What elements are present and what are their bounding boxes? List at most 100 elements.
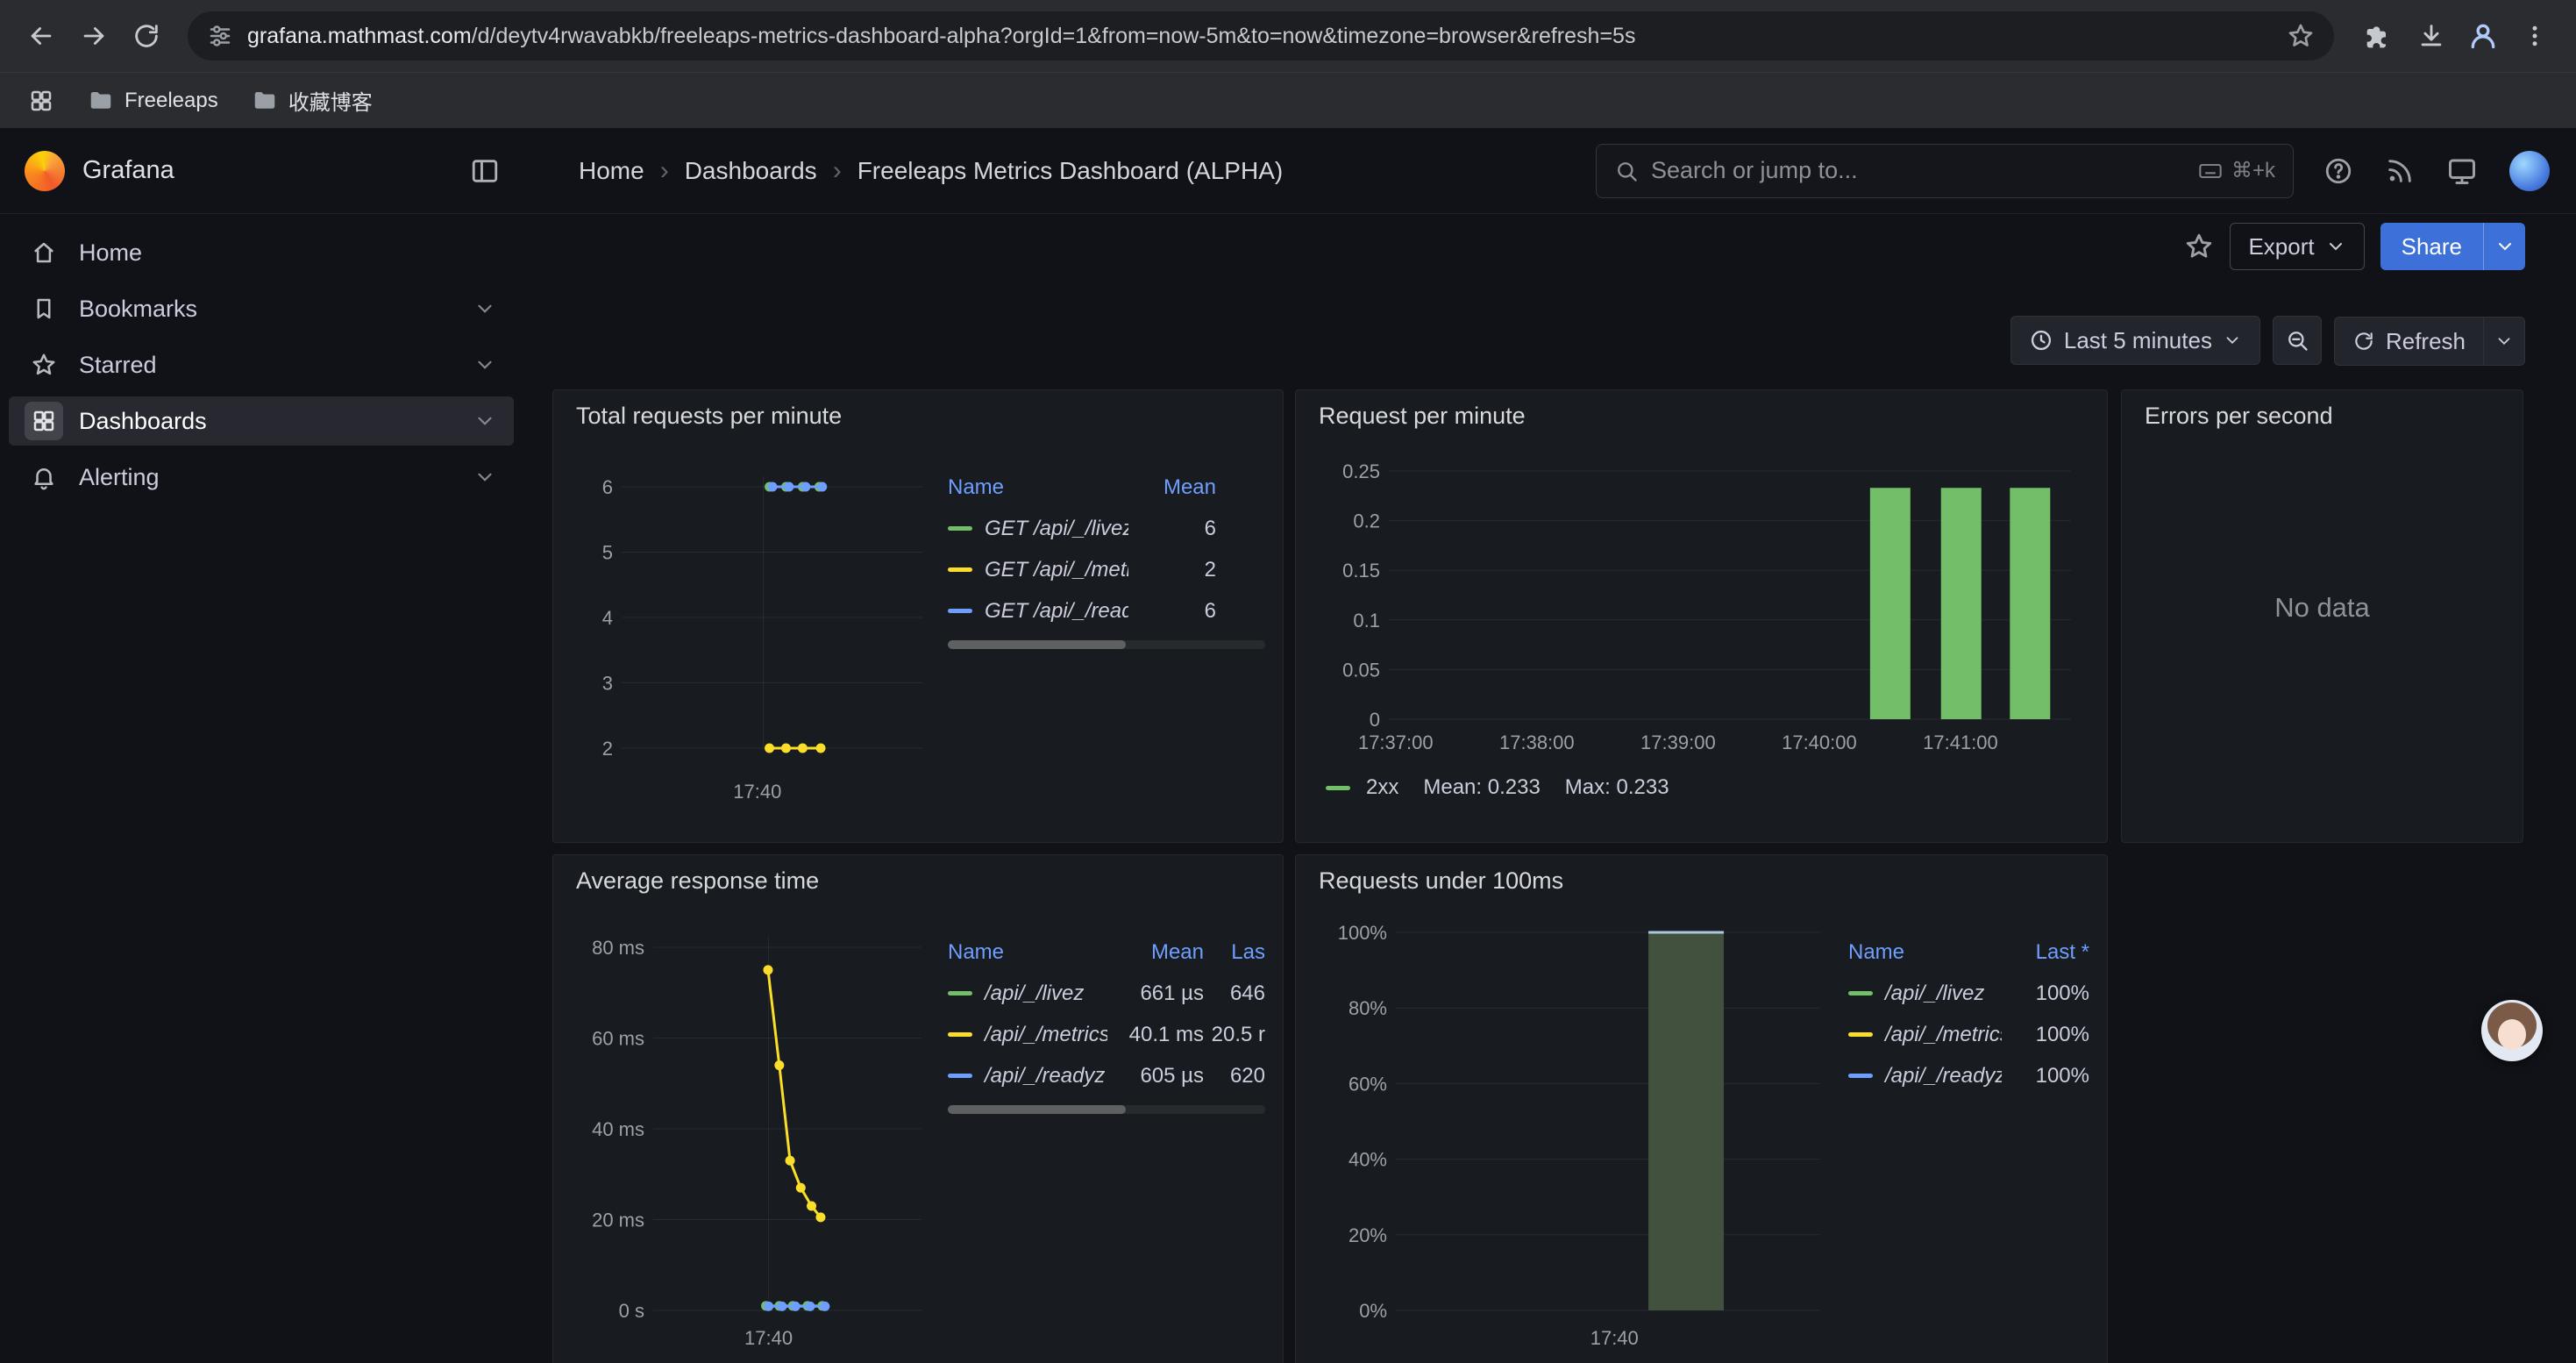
bookmark-folder-blogs[interactable]: 收藏博客 [241,80,383,121]
svg-text:0.2: 0.2 [1353,510,1380,532]
share-menu-chevron[interactable] [2483,223,2525,270]
sidebar-toggle-icon[interactable] [470,156,500,186]
chevron-down-icon[interactable] [473,410,496,432]
legend-table[interactable]: NameLast */api/_/livez100%/api/_/metrics… [1848,931,2089,1096]
svg-text:17:40:00: 17:40:00 [1782,731,1857,753]
browser-profile-icon[interactable] [2464,17,2502,55]
floating-avatar[interactable] [2481,1000,2543,1061]
legend-table[interactable]: NameMeanGET /api/_/livez6GET /api/_/metr… [948,467,1265,632]
svg-text:17:40: 17:40 [733,781,781,803]
panel-average-response-time: Average response time 80 ms60 ms40 ms20 … [552,854,1284,1363]
svg-text:80%: 80% [1348,997,1387,1019]
export-button[interactable]: Export [2230,223,2364,270]
bookmark-star-icon[interactable] [2287,22,2315,50]
panel-title[interactable]: Request per minute [1319,403,2089,430]
svg-text:0.25: 0.25 [1342,460,1380,482]
sidebar-item-label: Alerting [79,464,160,491]
refresh-split-button: Refresh [2334,317,2525,364]
zoom-out-icon[interactable] [2273,316,2322,365]
grafana-logo[interactable] [25,151,65,191]
legend-scrollbar[interactable] [948,640,1265,649]
legend-column: NameMeanLas/api/_/livez661 µs646/api/_/m… [948,931,1265,1361]
chevron-down-icon[interactable] [473,353,496,376]
grafana-topnav: Grafana Home › Dashboards › Freeleaps Me… [0,128,2576,214]
svg-text:20%: 20% [1348,1224,1387,1246]
legend-scrollbar[interactable] [948,1105,1265,1114]
legend-table[interactable]: NameMeanLas/api/_/livez661 µs646/api/_/m… [948,931,1265,1096]
back-icon[interactable] [18,12,65,60]
home-icon [25,233,63,272]
time-range-picker[interactable]: Last 5 minutes [2010,316,2260,365]
dashboards-grid-icon [25,402,63,440]
url-domain: grafana.mathmast.com [247,24,472,48]
folder-icon [88,88,114,114]
forward-icon[interactable] [70,12,117,60]
help-icon[interactable] [2323,156,2353,186]
chevron-down-icon[interactable] [473,297,496,320]
extensions-icon[interactable] [2352,12,2399,60]
browser-menu-icon[interactable] [2511,12,2558,60]
sidebar: Home Bookmarks Starred Dashbo [0,214,523,1363]
svg-text:17:40: 17:40 [1590,1327,1639,1349]
chevron-down-icon[interactable] [473,466,496,489]
sidebar-item-starred[interactable]: Starred [9,340,514,389]
sidebar-item-label: Bookmarks [79,296,197,323]
panel-title[interactable]: Errors per second [2145,403,2505,430]
sidebar-item-dashboards[interactable]: Dashboards [9,396,514,446]
browser-toolbar: grafana.mathmast.com/d/deytv4rwavabkb/fr… [0,0,2576,72]
panel-title[interactable]: Requests under 100ms [1319,867,2089,895]
folder-icon [252,88,278,114]
panel-errors-per-second: Errors per second No data [2121,389,2523,843]
svg-text:0.15: 0.15 [1342,560,1380,582]
sidebar-item-label: Starred [79,352,157,379]
favorite-star-icon[interactable] [2184,232,2214,261]
news-rss-icon[interactable] [2385,156,2415,186]
svg-text:0.1: 0.1 [1353,610,1380,632]
display-icon[interactable] [2446,155,2478,187]
reload-icon[interactable] [123,12,170,60]
chart-average-response-time[interactable]: 80 ms60 ms40 ms20 ms0 s17:40 [571,902,939,1361]
no-data-text: No data [2139,437,2505,779]
sidebar-item-label: Dashboards [79,408,207,435]
search-input[interactable]: Search or jump to... ⌘+k [1596,144,2294,198]
panel-title[interactable]: Total requests per minute [576,403,1265,430]
svg-text:17:37:00: 17:37:00 [1358,731,1434,753]
apps-grid-icon[interactable] [23,82,60,119]
dashboard-actions: Export Share [523,219,2576,274]
refresh-button[interactable]: Refresh [2334,317,2483,366]
bookmark-label: 收藏博客 [288,85,373,116]
breadcrumb-separator: › [660,156,669,186]
share-button[interactable]: Share [2380,223,2483,270]
refresh-interval-chevron[interactable] [2483,317,2525,366]
scrollbar-thumb[interactable] [948,640,1126,649]
chart-total-requests[interactable]: 6543217:40 [571,437,939,831]
svg-text:20 ms: 20 ms [592,1210,644,1231]
nav-icons [2323,151,2550,191]
panel-request-per-minute: Request per minute 0.250.20.150.10.05017… [1295,389,2108,843]
sidebar-item-label: Home [79,239,142,267]
panel-total-requests-per-minute: Total requests per minute 6543217:40 Nam… [552,389,1284,843]
scrollbar-thumb[interactable] [948,1105,1126,1114]
svg-text:17:41:00: 17:41:00 [1923,731,1998,753]
bookmark-folder-freeleaps[interactable]: Freeleaps [77,82,229,119]
site-settings-icon[interactable] [207,23,233,49]
sidebar-item-bookmarks[interactable]: Bookmarks [9,284,514,333]
panel-title[interactable]: Average response time [576,867,1265,895]
svg-text:5: 5 [602,542,613,564]
dashboard-content: Export Share Last 5 minutes [523,214,2576,1363]
breadcrumb-dashboards[interactable]: Dashboards [685,157,817,185]
url-bar[interactable]: grafana.mathmast.com/d/deytv4rwavabkb/fr… [188,11,2334,61]
series-name[interactable]: 2xx [1366,775,1398,800]
bookmark-icon [25,289,63,328]
chart-request-per-minute[interactable]: 0.250.20.150.10.05017:37:0017:38:0017:39… [1313,437,2089,767]
breadcrumb-home[interactable]: Home [579,157,644,185]
share-split-button: Share [2380,223,2525,270]
sidebar-item-home[interactable]: Home [9,228,514,277]
downloads-icon[interactable] [2408,12,2455,60]
chart-requests-under-100ms[interactable]: 100%80%60%40%20%0%17:40 [1313,902,1839,1361]
user-avatar[interactable] [2509,151,2550,191]
url-text: grafana.mathmast.com/d/deytv4rwavabkb/fr… [247,24,2287,49]
screen: grafana.mathmast.com/d/deytv4rwavabkb/fr… [0,0,2576,1363]
svg-text:80 ms: 80 ms [592,937,644,959]
sidebar-item-alerting[interactable]: Alerting [9,453,514,502]
